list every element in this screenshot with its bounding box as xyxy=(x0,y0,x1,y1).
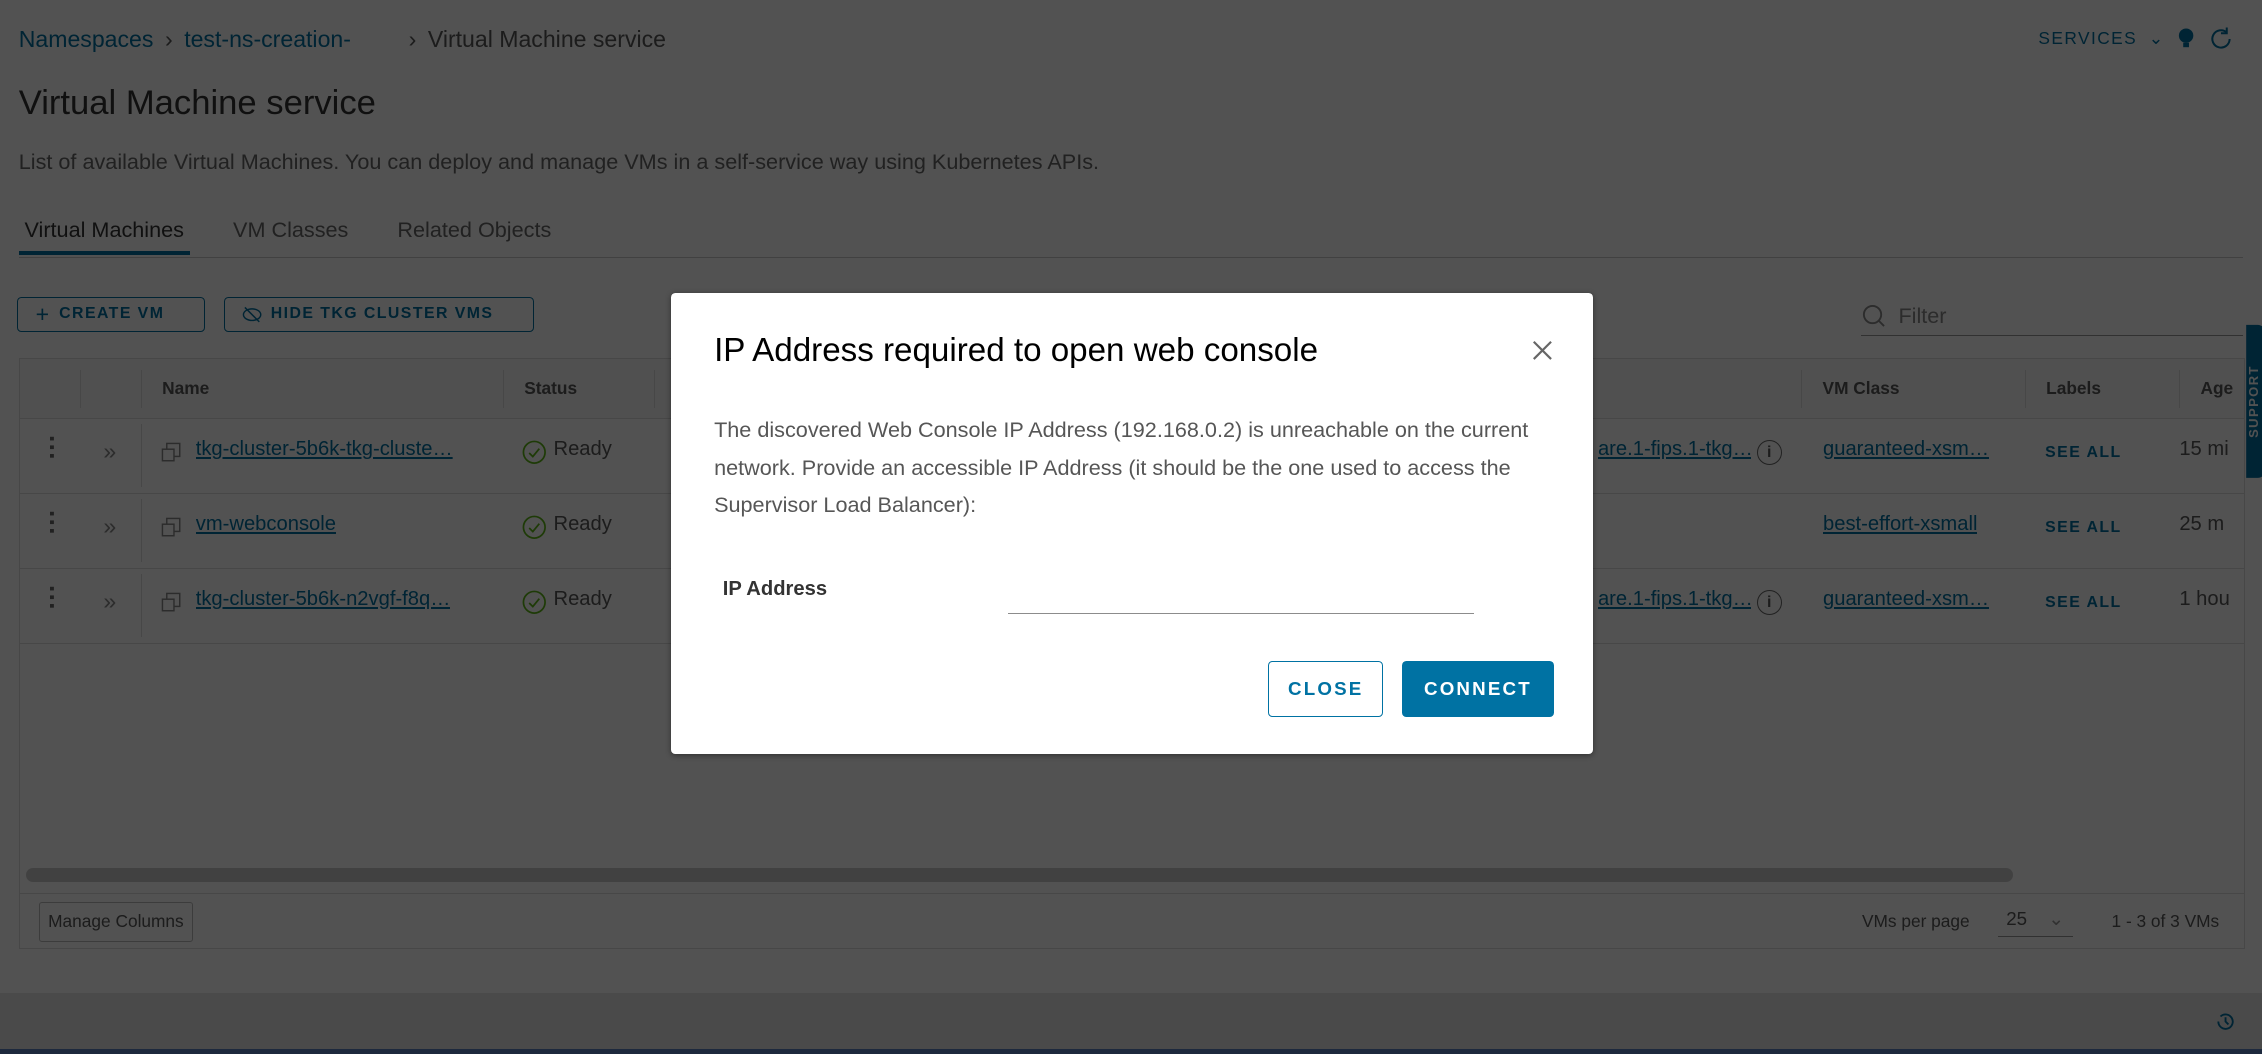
header-vm-class[interactable]: VM Class xyxy=(1801,370,2025,408)
status-text: Ready xyxy=(553,513,612,536)
bottom-strip xyxy=(0,1048,2262,1054)
page-description: List of available Virtual Machines. You … xyxy=(18,148,1100,174)
ip-address-input[interactable] xyxy=(1008,578,1475,615)
header-name[interactable]: Name xyxy=(140,370,503,408)
lightbulb-icon[interactable] xyxy=(2176,27,2196,50)
tab-vm-classes[interactable]: VM Classes xyxy=(227,216,354,255)
hide-tkg-button[interactable]: HIDE TKG CLUSTER VMS xyxy=(223,297,534,332)
vm-icon xyxy=(161,593,181,612)
horizontal-scrollbar[interactable] xyxy=(25,867,2014,883)
refresh-icon[interactable] xyxy=(2208,26,2234,52)
close-icon[interactable] xyxy=(1528,336,1557,365)
per-page-select[interactable]: 25 ⌄ xyxy=(1997,902,2073,937)
vm-icon xyxy=(161,518,181,537)
dialog-message: The discovered Web Console IP Address (1… xyxy=(714,417,1529,518)
filter-input[interactable]: Filter xyxy=(1860,297,2244,336)
tab-virtual-machines[interactable]: Virtual Machines xyxy=(18,216,190,255)
age-text: 1 hou xyxy=(2179,588,2230,611)
chevron-right-icon: › xyxy=(408,25,417,52)
app: Namespaces › test-ns-creation- › Virtual M… xyxy=(0,0,2262,1054)
tab-related-objects[interactable]: Related Objects xyxy=(392,216,557,255)
check-circle-icon xyxy=(522,440,546,464)
chevron-down-icon: ⌄ xyxy=(2048,908,2064,930)
info-icon[interactable]: i xyxy=(1756,439,1782,465)
filter-placeholder: Filter xyxy=(1898,302,1947,328)
ip-address-dialog: IP Address required to open web console … xyxy=(670,292,1593,755)
per-page-value: 25 xyxy=(2006,908,2028,930)
header-status[interactable]: Status xyxy=(503,370,654,408)
search-icon xyxy=(1862,304,1885,327)
row-actions-icon[interactable]: ··· xyxy=(46,510,58,536)
eye-hide-icon xyxy=(242,306,262,323)
vm-class-link[interactable]: guaranteed-xsm… xyxy=(1823,588,1989,611)
services-menu[interactable]: SERVICES xyxy=(2038,28,2137,49)
status-text: Ready xyxy=(553,438,612,461)
header-actions: SERVICES ⌄ xyxy=(2038,26,2233,52)
vm-name-link[interactable]: vm-webconsole xyxy=(196,513,336,536)
vm-class-link[interactable]: best-effort-xsmall xyxy=(1823,513,1977,536)
plus-icon: + xyxy=(35,300,51,327)
table-footer: Manage Columns VMs per page 25 ⌄ 1 - 3 of… xyxy=(19,892,2244,949)
chevron-down-icon[interactable]: ⌄ xyxy=(2149,28,2165,49)
age-text: 25 m xyxy=(2179,513,2225,536)
header-labels[interactable]: Labels xyxy=(2024,370,2179,408)
image-link[interactable]: are.1-fips.1-tkg… xyxy=(1598,588,1751,611)
see-all-labels-button[interactable]: SEE ALL xyxy=(2045,519,2121,537)
status-text: Ready xyxy=(553,588,612,611)
vm-class-link[interactable]: guaranteed-xsm… xyxy=(1823,438,1989,461)
vm-name-link[interactable]: tkg-cluster-5b6k-n2vgf-f8q… xyxy=(196,588,451,611)
bottom-bar xyxy=(0,992,2262,1049)
close-button[interactable]: CLOSE xyxy=(1268,660,1384,717)
header-age[interactable]: Age xyxy=(2179,370,2245,408)
ip-address-label: IP Address xyxy=(722,578,828,601)
breadcrumb-namespaces[interactable]: Namespaces xyxy=(19,26,154,53)
see-all-labels-button[interactable]: SEE ALL xyxy=(2045,444,2121,462)
check-circle-icon xyxy=(522,590,546,614)
image-link[interactable]: are.1-fips.1-tkg… xyxy=(1598,438,1751,461)
dialog-title: IP Address required to open web console xyxy=(714,331,1319,369)
breadcrumb-current: Virtual Machine service xyxy=(427,25,666,52)
expand-icon[interactable]: » xyxy=(103,513,116,540)
tabs: Virtual Machines VM Classes Related Obje… xyxy=(18,216,2244,258)
see-all-labels-button[interactable]: SEE ALL xyxy=(2045,594,2121,612)
row-actions-icon[interactable]: ··· xyxy=(46,435,58,461)
info-icon[interactable]: i xyxy=(1756,589,1782,615)
create-vm-label: CREATE VM xyxy=(59,305,165,323)
pagination-range: 1 - 3 of 3 VMs xyxy=(2111,910,2220,931)
history-icon[interactable] xyxy=(2214,1010,2237,1033)
manage-columns-button[interactable]: Manage Columns xyxy=(38,902,194,942)
row-actions-icon[interactable]: ··· xyxy=(46,585,58,611)
header-blank xyxy=(80,370,141,408)
expand-icon[interactable]: » xyxy=(103,438,116,465)
per-page-label: VMs per page xyxy=(1861,910,1970,931)
vm-icon xyxy=(161,443,181,462)
support-tab[interactable]: SUPPORT xyxy=(2246,324,2262,478)
vm-name-link[interactable]: tkg-cluster-5b6k-tkg-cluste… xyxy=(196,438,453,461)
check-circle-icon xyxy=(522,515,546,539)
expand-icon[interactable]: » xyxy=(103,588,116,615)
connect-button[interactable]: CONNECT xyxy=(1402,660,1554,717)
breadcrumb: Namespaces › test-ns-creation- › Virtual M… xyxy=(19,26,678,53)
hide-tkg-label: HIDE TKG CLUSTER VMS xyxy=(270,305,494,323)
chevron-right-icon: › xyxy=(164,25,173,52)
breadcrumb-namespace[interactable]: test-ns-creation- xyxy=(184,26,351,53)
age-text: 15 mi xyxy=(2179,438,2229,461)
page-title: Virtual Machine service xyxy=(18,83,376,122)
create-vm-button[interactable]: + CREATE VM xyxy=(17,297,205,332)
